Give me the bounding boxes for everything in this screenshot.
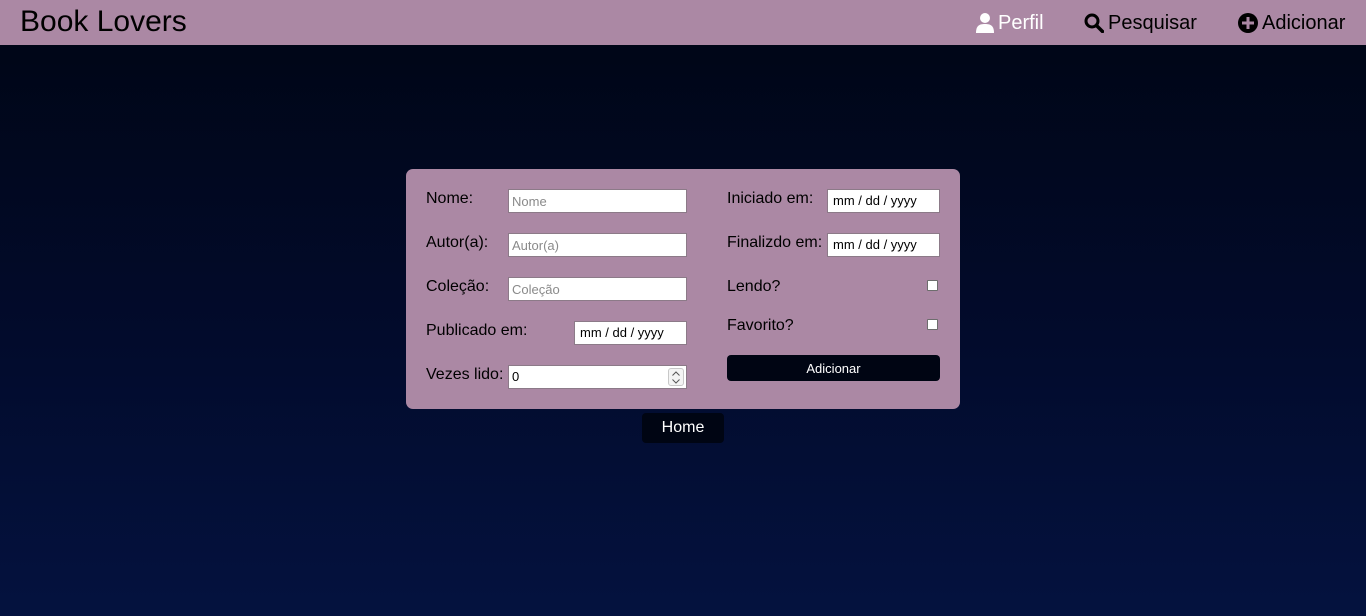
vezes-value: 0 [512,369,520,384]
lendo-checkbox[interactable] [927,280,938,291]
nav-pesquisar[interactable]: Pesquisar [1084,9,1197,37]
favorito-label: Favorito? [727,317,794,334]
autor-input[interactable] [508,233,687,257]
user-icon [976,13,994,33]
home-button[interactable]: Home [642,413,724,443]
nav-adicionar-label: Adicionar [1262,12,1346,34]
nav-adicionar[interactable]: Adicionar [1238,9,1345,37]
colecao-input[interactable] [508,277,687,301]
lendo-label: Lendo? [727,278,781,295]
iniciado-date-input[interactable]: mm / dd / yyyy [827,189,940,213]
colecao-label: Coleção: [426,278,490,295]
nav-pesquisar-label: Pesquisar [1108,12,1197,34]
vezes-label: Vezes lido: [426,366,504,383]
search-icon [1084,13,1104,33]
navbar: Book Lovers Perfil Pesquisar Adicionar [0,0,1366,45]
number-spinner[interactable] [668,368,684,386]
publicado-label: Publicado em: [426,322,528,339]
iniciado-label: Iniciado em: [727,190,814,207]
plus-circle-icon [1238,13,1258,33]
nav-perfil-label: Perfil [998,12,1044,34]
nome-input[interactable] [508,189,687,213]
nome-label: Nome: [426,190,474,207]
brand-title[interactable]: Book Lovers [20,4,187,40]
finalizado-date-input[interactable]: mm / dd / yyyy [827,233,940,257]
spin-down-icon[interactable] [669,377,683,385]
vezes-number-input[interactable]: 0 [508,365,687,389]
add-book-form: Nome: Autor(a): Coleção: Publicado em: m… [406,169,960,409]
spin-up-icon[interactable] [669,369,683,377]
favorito-checkbox[interactable] [927,319,938,330]
adicionar-submit-button[interactable]: Adicionar [727,355,940,381]
nav-perfil[interactable]: Perfil [976,9,1044,37]
finalizado-label: Finalizdo em: [727,234,823,251]
autor-label: Autor(a): [426,234,489,251]
publicado-date-input[interactable]: mm / dd / yyyy [574,321,687,345]
